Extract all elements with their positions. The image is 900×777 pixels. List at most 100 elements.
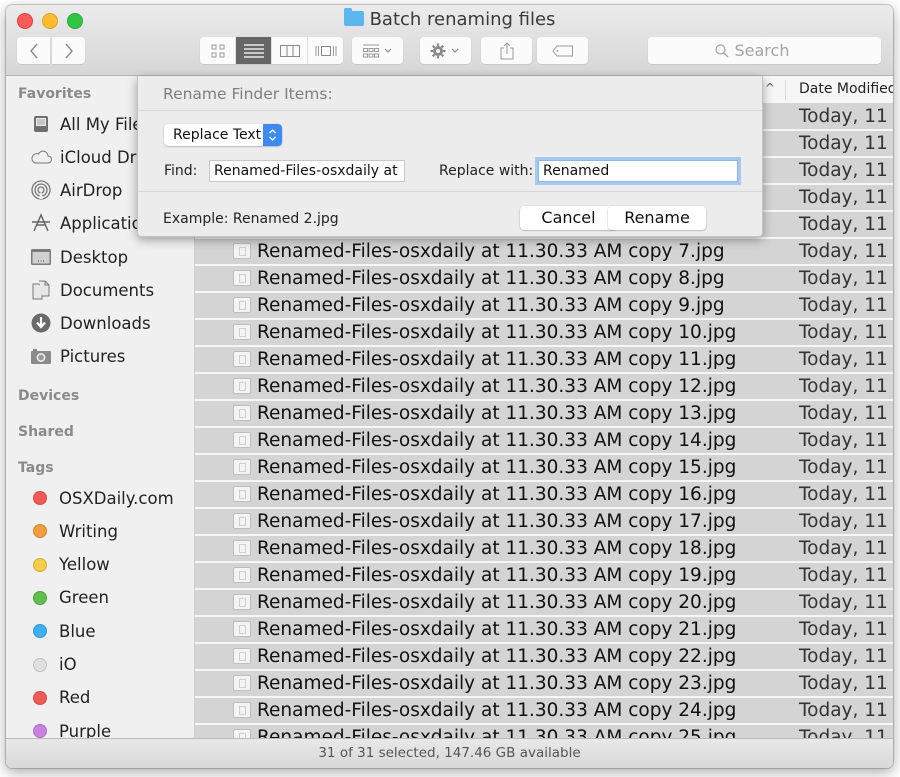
file-row[interactable]: Renamed-Files-osxdaily at 11.30.33 AM co… xyxy=(195,536,893,561)
cover-flow-view-button[interactable] xyxy=(308,37,343,64)
sidebar-item-desktop[interactable]: Desktop xyxy=(30,245,128,269)
sidebar-tag-item[interactable]: Red xyxy=(30,686,90,710)
file-row[interactable]: Renamed-Files-osxdaily at 11.30.33 AM co… xyxy=(195,725,893,738)
file-date-modified: Today, 11 xyxy=(799,106,888,127)
file-row[interactable]: Renamed-Files-osxdaily at 11.30.33 AM co… xyxy=(195,509,893,534)
file-row[interactable]: Renamed-Files-osxdaily at 11.30.33 AM co… xyxy=(195,482,893,507)
jpg-file-icon xyxy=(233,459,251,475)
icon-view-button[interactable] xyxy=(200,37,236,64)
sidebar-section-devices[interactable]: Devices xyxy=(18,388,79,404)
back-button[interactable] xyxy=(17,37,50,64)
replace-with-input[interactable] xyxy=(538,160,738,182)
forward-button[interactable] xyxy=(52,37,85,64)
file-name: Renamed-Files-osxdaily at 11.30.33 AM co… xyxy=(257,727,737,738)
file-name: Renamed-Files-osxdaily at 11.30.33 AM co… xyxy=(257,619,737,640)
file-name: Renamed-Files-osxdaily at 11.30.33 AM co… xyxy=(257,403,737,424)
file-row[interactable]: Renamed-Files-osxdaily at 11.30.33 AM co… xyxy=(195,401,893,426)
divider xyxy=(138,191,762,192)
arrange-button[interactable] xyxy=(352,37,403,64)
file-row[interactable]: Renamed-Files-osxdaily at 11.30.33 AM co… xyxy=(195,293,893,318)
file-row[interactable]: Renamed-Files-osxdaily at 11.30.33 AM co… xyxy=(195,347,893,372)
file-row[interactable]: Renamed-Files-osxdaily at 11.30.33 AM co… xyxy=(195,644,893,669)
chevron-left-icon xyxy=(29,43,38,58)
sidebar-tag-item[interactable]: OSXDaily.com xyxy=(30,486,174,510)
file-row[interactable]: Renamed-Files-osxdaily at 11.30.33 AM co… xyxy=(195,266,893,291)
column-divider[interactable] xyxy=(785,80,786,100)
sidebar-item-pictures[interactable]: Pictures xyxy=(30,344,125,368)
rename-button[interactable]: Rename xyxy=(608,206,706,230)
sidebar-item-label: Downloads xyxy=(60,313,151,333)
find-label: Find: xyxy=(164,163,198,179)
arrange-icon xyxy=(362,44,391,57)
jpg-file-icon xyxy=(233,243,251,259)
tag-color-dot-icon xyxy=(33,590,47,605)
file-name: Renamed-Files-osxdaily at 11.30.33 AM co… xyxy=(257,673,737,694)
tag-color-dot-icon xyxy=(33,491,47,505)
file-date-modified: Today, 11 xyxy=(799,160,888,181)
file-name: Renamed-Files-osxdaily at 11.30.33 AM co… xyxy=(257,484,737,505)
file-name: Renamed-Files-osxdaily at 11.30.33 AM co… xyxy=(257,457,737,478)
sidebar-tag-item[interactable]: Blue xyxy=(30,619,96,643)
list-icon xyxy=(243,43,264,58)
sidebar-item-downloads[interactable]: Downloads xyxy=(30,311,151,335)
file-date-modified: Today, 11 xyxy=(799,133,888,154)
sidebar-item-documents[interactable]: Documents xyxy=(30,278,154,302)
sidebar-tag-item[interactable]: Green xyxy=(30,586,109,610)
file-row[interactable]: Renamed-Files-osxdaily at 11.30.33 AM co… xyxy=(195,320,893,345)
file-row[interactable]: Renamed-Files-osxdaily at 11.30.33 AM co… xyxy=(195,239,893,264)
tag-color-dot-icon xyxy=(33,524,47,539)
sidebar-item-airdrop[interactable]: AirDrop xyxy=(30,178,122,202)
file-row[interactable]: Renamed-Files-osxdaily at 11.30.33 AM co… xyxy=(195,590,893,615)
sort-ascending-icon[interactable]: ^ xyxy=(765,81,775,95)
rename-mode-popup[interactable]: Replace Text xyxy=(164,124,282,146)
jpg-file-icon xyxy=(233,540,251,556)
sidebar-tag-item[interactable]: Yellow xyxy=(30,553,110,577)
toolbar: Batch renaming files xyxy=(6,5,893,76)
sidebar-item-all-my-files[interactable]: All My Files xyxy=(30,112,151,136)
file-date-modified: Today, 11 xyxy=(799,376,888,397)
file-date-modified: Today, 11 xyxy=(799,538,888,559)
jpg-file-icon xyxy=(233,270,251,286)
file-row[interactable]: Renamed-Files-osxdaily at 11.30.33 AM co… xyxy=(195,563,893,588)
sidebar-tag-item[interactable]: iO xyxy=(30,653,77,677)
cancel-button[interactable]: Cancel xyxy=(520,206,617,230)
file-row[interactable]: Renamed-Files-osxdaily at 11.30.33 AM co… xyxy=(195,455,893,480)
sidebar-item-label: AirDrop xyxy=(60,180,123,200)
sheet-heading: Rename Finder Items: xyxy=(163,85,333,103)
file-row[interactable]: Renamed-Files-osxdaily at 11.30.33 AM co… xyxy=(195,617,893,642)
desktop-icon xyxy=(30,247,52,267)
date-modified-column-header[interactable]: Date Modified xyxy=(799,81,893,97)
file-row[interactable]: Renamed-Files-osxdaily at 11.30.33 AM co… xyxy=(195,698,893,723)
file-row[interactable]: Renamed-Files-osxdaily at 11.30.33 AM co… xyxy=(195,671,893,696)
sidebar-tag-item[interactable]: Writing xyxy=(30,519,118,543)
file-date-modified: Today, 11 xyxy=(799,349,888,370)
file-name: Renamed-Files-osxdaily at 11.30.33 AM co… xyxy=(257,511,737,532)
file-name: Renamed-Files-osxdaily at 11.30.33 AM co… xyxy=(257,241,725,262)
action-menu-button[interactable] xyxy=(420,37,471,64)
jpg-file-icon xyxy=(233,378,251,394)
find-input[interactable] xyxy=(209,160,405,182)
search-field[interactable] xyxy=(648,37,881,64)
file-name: Renamed-Files-osxdaily at 11.30.33 AM co… xyxy=(257,349,737,370)
file-row[interactable]: Renamed-Files-osxdaily at 11.30.33 AM co… xyxy=(195,374,893,399)
file-date-modified: Today, 11 xyxy=(799,646,888,667)
sidebar-section-shared[interactable]: Shared xyxy=(18,424,74,440)
jpg-file-icon xyxy=(233,405,251,421)
sidebar-item-label: Documents xyxy=(60,280,155,300)
sidebar-tag-item[interactable]: Purple xyxy=(30,719,111,738)
file-date-modified: Today, 11 xyxy=(799,295,888,316)
list-view-button[interactable] xyxy=(236,37,272,64)
share-button[interactable] xyxy=(481,37,532,64)
jpg-file-icon xyxy=(233,675,251,691)
tags-button[interactable] xyxy=(537,37,588,64)
jpg-file-icon xyxy=(233,729,251,738)
jpg-file-icon xyxy=(233,621,251,637)
file-date-modified: Today, 11 xyxy=(799,322,888,343)
file-name: Renamed-Files-osxdaily at 11.30.33 AM co… xyxy=(257,268,725,289)
jpg-file-icon xyxy=(233,648,251,664)
sidebar-item-label: Desktop xyxy=(60,247,129,267)
column-view-button[interactable] xyxy=(272,37,308,64)
file-date-modified: Today, 11 xyxy=(799,592,888,613)
file-row[interactable]: Renamed-Files-osxdaily at 11.30.33 AM co… xyxy=(195,428,893,453)
search-input[interactable] xyxy=(734,41,815,60)
